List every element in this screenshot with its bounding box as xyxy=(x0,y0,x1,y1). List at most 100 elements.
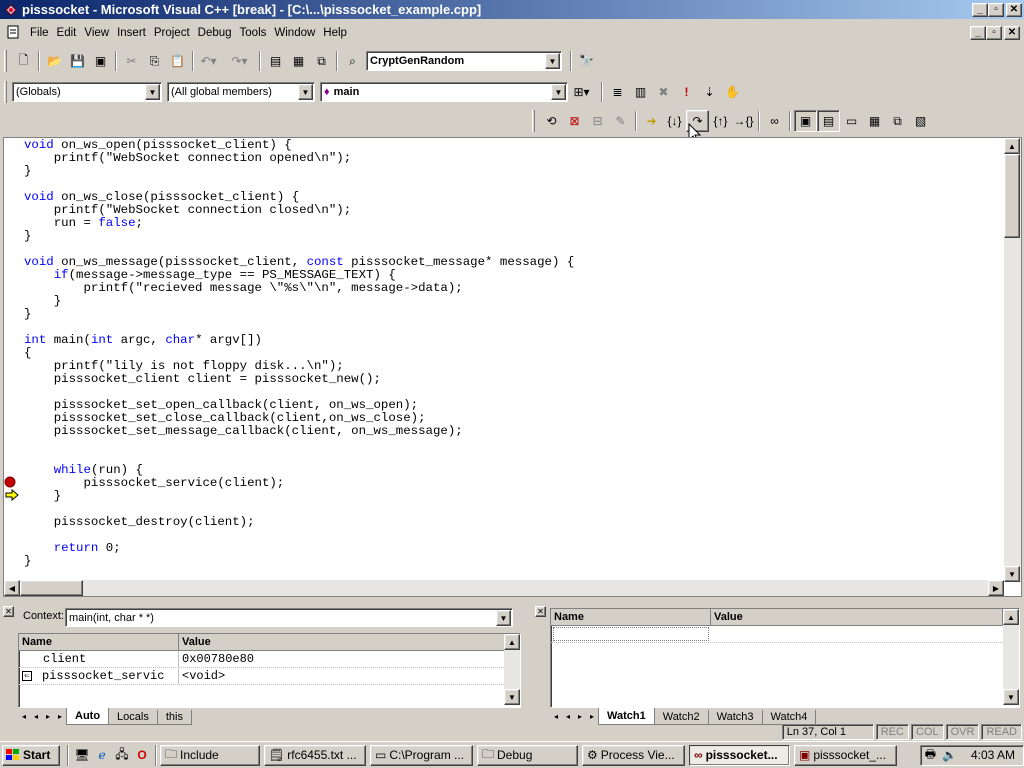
code-line[interactable]: } xyxy=(24,295,574,308)
clock[interactable]: 4:03 AM xyxy=(971,748,1015,762)
code-line[interactable]: } xyxy=(24,555,574,568)
registers-icon[interactable]: ▭ xyxy=(840,110,863,132)
build-icon[interactable]: ▥ xyxy=(629,81,652,103)
restart-icon[interactable]: ⟲ xyxy=(540,110,563,132)
scroll-left-button[interactable]: ◀ xyxy=(4,580,20,596)
new-file-icon[interactable]: 🗋 xyxy=(12,50,35,72)
go-icon[interactable]: ⇣ xyxy=(698,81,721,103)
table-row[interactable]: client 0x00780e80 xyxy=(19,651,520,668)
execute-icon[interactable]: ! xyxy=(675,81,698,103)
doc-close-button[interactable]: ✕ xyxy=(1004,26,1020,40)
code-line[interactable] xyxy=(24,438,574,451)
scroll-down-button[interactable]: ▼ xyxy=(1003,689,1019,705)
scroll-down-button[interactable]: ▼ xyxy=(504,689,520,705)
redo-icon[interactable]: ↷▾ xyxy=(228,50,251,72)
members-combo[interactable]: (All global members) ▼ xyxy=(167,82,315,102)
task-process-viewer[interactable]: ⚙ Process Vie... xyxy=(582,744,685,766)
task-program-files[interactable]: ▭ C:\Program ... xyxy=(370,744,473,766)
class-combo[interactable]: (Globals) ▼ xyxy=(12,82,162,102)
scroll-up-button[interactable]: ▲ xyxy=(504,634,520,650)
close-icon[interactable]: ✕ xyxy=(3,606,14,617)
menu-edit[interactable]: Edit xyxy=(53,27,81,39)
variable-value[interactable]: 0x00780e80 xyxy=(179,651,499,667)
wizard-action-icon[interactable]: ⊞▾ xyxy=(570,81,593,103)
apply-code-changes-icon[interactable]: ✎ xyxy=(609,110,632,132)
value-column-header[interactable]: Value xyxy=(179,634,506,651)
opera-icon[interactable]: O xyxy=(132,744,152,766)
editor-gutter[interactable] xyxy=(4,138,22,582)
context-combo[interactable]: main(int, char * *) ▼ xyxy=(65,608,513,627)
menu-project[interactable]: Project xyxy=(150,27,194,39)
menu-debug[interactable]: Debug xyxy=(194,27,236,39)
tray-app-icon[interactable]: 🖶 xyxy=(925,745,936,766)
watch-name-input[interactable] xyxy=(553,627,709,641)
scroll-right-button[interactable]: ▶ xyxy=(988,580,1004,596)
find-combo[interactable]: CryptGenRandom ▼ xyxy=(366,51,562,71)
step-into-icon[interactable]: {↓} xyxy=(663,110,686,132)
code-line[interactable]: int main(int argc, char* argv[]) xyxy=(24,334,574,347)
code-line[interactable]: printf("WebSocket connection opened\n"); xyxy=(24,152,574,165)
variables-window-icon[interactable]: ▤ xyxy=(817,110,840,132)
menu-file[interactable]: File xyxy=(26,27,53,39)
disassembly-icon[interactable]: ▧ xyxy=(909,110,932,132)
menu-window[interactable]: Window xyxy=(270,27,319,39)
scroll-up-button[interactable]: ▲ xyxy=(1004,138,1020,154)
vertical-scrollbar[interactable]: ▲ ▼ xyxy=(504,634,520,705)
close-button[interactable]: ✕ xyxy=(1006,2,1022,17)
code-line[interactable]: return 0; xyxy=(24,542,574,555)
save-icon[interactable]: 💾 xyxy=(66,50,89,72)
code-line[interactable]: } xyxy=(24,490,574,503)
code-line[interactable]: printf("recieved message \"%s\"\n", mess… xyxy=(24,282,574,295)
compile-icon[interactable]: ≣ xyxy=(606,81,629,103)
menu-view[interactable]: View xyxy=(80,27,113,39)
code-line[interactable]: pisssocket_client client = pisssocket_ne… xyxy=(24,373,574,386)
doc-minimize-button[interactable]: _ xyxy=(970,26,986,40)
chevron-down-icon[interactable]: ▼ xyxy=(145,84,160,100)
minimize-button[interactable]: _ xyxy=(972,2,988,17)
output-icon[interactable]: ▦ xyxy=(287,50,310,72)
horizontal-scrollbar[interactable]: ◀ ▶ xyxy=(4,580,1004,596)
window-list-icon[interactable]: ⧉ xyxy=(310,50,333,72)
menu-help[interactable]: Help xyxy=(319,27,351,39)
stop-build-icon[interactable]: ✖ xyxy=(652,81,675,103)
chevron-down-icon[interactable]: ▼ xyxy=(298,84,313,100)
task-pisssocket-console[interactable]: ▣ pisssocket_... xyxy=(794,744,897,766)
paste-icon[interactable]: 📋 xyxy=(166,50,189,72)
code-editor[interactable]: void on_ws_open(pisssocket_client) { pri… xyxy=(3,137,1022,597)
code-line[interactable]: } xyxy=(24,165,574,178)
scroll-up-button[interactable]: ▲ xyxy=(1003,609,1019,625)
value-column-header[interactable]: Value xyxy=(711,609,1003,626)
watch-window-icon[interactable]: ▣ xyxy=(794,110,817,132)
code-line[interactable]: pisssocket_set_message_callback(client, … xyxy=(24,425,574,438)
close-icon[interactable]: ✕ xyxy=(535,606,546,617)
variable-value[interactable]: <void> xyxy=(179,668,499,684)
scroll-down-button[interactable]: ▼ xyxy=(1004,566,1020,582)
code-text[interactable]: void on_ws_open(pisssocket_client) { pri… xyxy=(24,139,574,568)
show-desktop-icon[interactable]: 🖥 xyxy=(72,744,92,766)
workspace-icon[interactable]: ▤ xyxy=(264,50,287,72)
code-line[interactable]: pisssocket_service(client); xyxy=(24,477,574,490)
break-icon[interactable]: ⊟ xyxy=(586,110,609,132)
menu-tools[interactable]: Tools xyxy=(236,27,271,39)
menu-insert[interactable]: Insert xyxy=(113,27,150,39)
task-rfc6455[interactable]: 🗒 rfc6455.txt ... xyxy=(264,744,366,766)
find-in-files-icon[interactable]: ⌕ xyxy=(341,50,364,72)
task-visual-cpp[interactable]: ∞ pisssocket... xyxy=(689,744,790,766)
open-folder-icon[interactable]: 📂 xyxy=(43,50,66,72)
show-next-statement-icon[interactable]: ➜ xyxy=(640,110,663,132)
step-out-icon[interactable]: {↑} xyxy=(709,110,732,132)
vertical-scrollbar[interactable]: ▲ ▼ xyxy=(1003,609,1019,705)
watch-new-row[interactable] xyxy=(551,626,1019,643)
volume-icon[interactable]: 🔈 xyxy=(942,748,957,762)
hscroll-thumb[interactable] xyxy=(20,580,83,596)
call-stack-icon[interactable]: ⧉ xyxy=(886,110,909,132)
maximize-button[interactable]: ▫ xyxy=(988,2,1004,17)
chevron-down-icon[interactable]: ▼ xyxy=(496,610,511,626)
network-icon[interactable]: 🖧 xyxy=(112,744,132,766)
code-line[interactable]: pisssocket_destroy(client); xyxy=(24,516,574,529)
chevron-down-icon[interactable]: ▼ xyxy=(545,53,560,69)
chevron-down-icon[interactable]: ▼ xyxy=(551,84,566,100)
doc-restore-button[interactable]: ▫ xyxy=(986,26,1002,40)
table-row[interactable]: ⇐ pisssocket_servic <void> xyxy=(19,668,520,685)
task-debug[interactable]: 🗀 Debug xyxy=(477,744,578,766)
